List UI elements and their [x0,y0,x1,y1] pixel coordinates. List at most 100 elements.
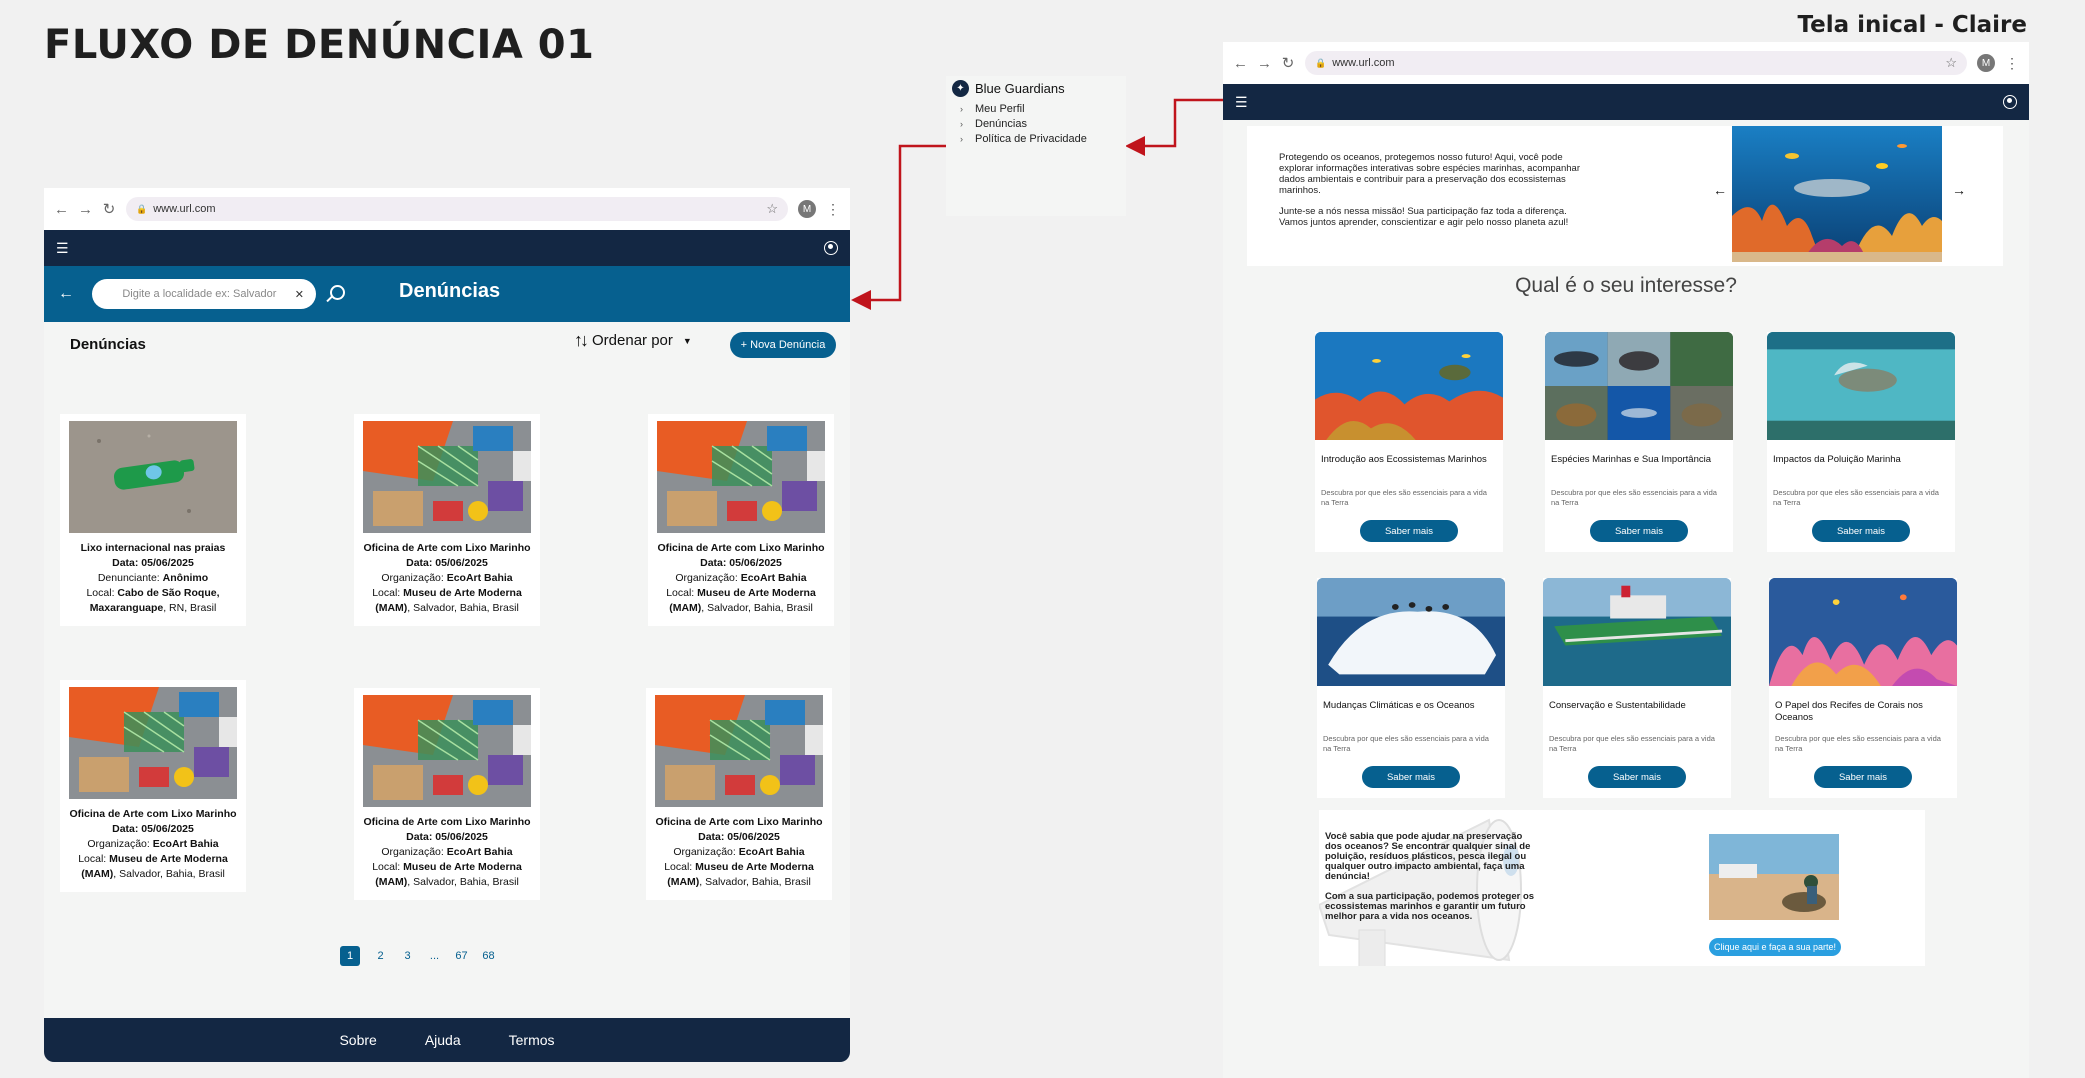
page-2[interactable]: 2 [367,946,394,966]
url-text: www.url.com [1332,57,1395,69]
topic-image [1767,332,1955,440]
cta-text: Você sabia que pode ajudar na preservaçã… [1325,832,1535,922]
topic-image [1543,578,1731,686]
topic-image [1315,332,1503,440]
topic-card: Impactos da Poluição Marinha Descubra po… [1767,332,1955,552]
home-browser-window: ← → ↻ 🔒 www.url.com ☆ M ⋮ ☰ Protegendo o… [1223,42,2029,1078]
report-title: Oficina de Arte com Lixo Marinho [655,816,823,828]
forward-arrow-icon[interactable]: → [78,201,93,218]
bookmark-star-icon[interactable]: ☆ [1945,55,1957,71]
cta-paragraph-2: Com a sua participação, podemos proteger… [1325,891,1535,922]
report-author: Organização: EcoArt Bahia [381,846,513,858]
hero-paragraph-2: Junte-se a nós nessa missão! Sua partici… [1279,206,1569,228]
topic-description: Descubra por que eles são essenciais par… [1773,488,1939,507]
learn-more-button[interactable]: Saber mais [1590,520,1688,542]
report-location: Local: Museu de Arte Moderna (MAM), Salv… [666,587,816,614]
report-image [655,695,823,807]
new-report-button[interactable]: + Nova Denúncia [730,332,836,358]
report-author: Organização: EcoArt Bahia [87,838,219,850]
footer-link-about[interactable]: Sobre [339,1032,376,1048]
page-67[interactable]: 67 [448,946,475,966]
report-card[interactable]: Oficina de Arte com Lixo Marinho Data: 0… [354,688,540,900]
location-search-input[interactable] [104,288,295,300]
topic-image [1769,578,1957,686]
topic-card: O Papel dos Recifes de Corais nos Oceano… [1769,578,1957,798]
chevron-right-icon: › [960,134,963,144]
learn-more-button[interactable]: Saber mais [1588,766,1686,788]
address-bar[interactable]: 🔒 www.url.com ☆ [1305,51,1967,75]
forward-arrow-icon[interactable]: → [1257,55,1272,72]
report-image [69,687,237,799]
learn-more-button[interactable]: Saber mais [1362,766,1460,788]
menu-item-reports[interactable]: › Denúncias [960,117,1120,132]
report-cta-button[interactable]: Clique aqui e faça a sua parte! [1709,938,1841,956]
account-icon[interactable] [824,241,838,255]
report-title: Oficina de Arte com Lixo Marinho [657,542,825,554]
clear-search-icon[interactable]: ✕ [295,288,304,301]
report-card[interactable]: Oficina de Arte com Lixo Marinho Data: 0… [648,414,834,626]
app-navbar: ☰ [1223,84,2029,120]
learn-more-button[interactable]: Saber mais [1812,520,1910,542]
learn-more-button[interactable]: Saber mais [1814,766,1912,788]
browser-toolbar: ← → ↻ 🔒 www.url.com ☆ M ⋮ [1223,42,2029,84]
page-ellipsis: ... [429,950,440,962]
menu-brand: ✦ Blue Guardians [952,80,1120,97]
report-date: Data: 05/06/2025 [112,823,194,835]
hamburger-menu-icon[interactable]: ☰ [1235,94,1248,111]
bookmark-star-icon[interactable]: ☆ [766,201,778,217]
report-author: Organização: EcoArt Bahia [673,846,805,858]
page-68[interactable]: 68 [475,946,502,966]
hero-paragraph-1: Protegendo os oceanos, protegemos nosso … [1279,152,1580,196]
list-title: Denúncias [70,336,146,353]
report-title: Oficina de Arte com Lixo Marinho [69,808,237,820]
reload-icon[interactable]: ↻ [102,200,116,218]
browser-menu-icon[interactable]: ⋮ [826,201,840,218]
report-card[interactable]: Oficina de Arte com Lixo Marinho Data: 0… [646,688,832,900]
topic-description: Descubra por que eles são essenciais par… [1549,734,1715,753]
menu-item-privacy[interactable]: › Política de Privacidade [960,132,1120,147]
beach-cleanup-image [1709,834,1839,920]
side-menu-popup: ✦ Blue Guardians › Meu Perfil › Denúncias … [946,76,1126,216]
lock-icon: 🔒 [1315,57,1327,68]
profile-avatar[interactable]: M [1977,54,1995,72]
topic-card: Conservação e Sustentabilidade Descubra … [1543,578,1731,798]
pagination: 1 2 3 ... 67 68 [340,946,502,966]
report-author: Organização: EcoArt Bahia [381,572,513,584]
learn-more-button[interactable]: Saber mais [1360,520,1458,542]
report-author: Denunciante: Anônimo [97,572,209,584]
carousel-prev-icon[interactable]: ← [1713,182,1727,198]
page-3[interactable]: 3 [394,946,421,966]
hero-text: Protegendo os oceanos, protegemos nosso … [1279,152,1589,228]
back-icon[interactable]: ← [58,285,74,303]
back-arrow-icon[interactable]: ← [1233,55,1248,72]
reload-icon[interactable]: ↻ [1281,54,1295,72]
carousel-next-icon[interactable]: → [1952,182,1966,198]
report-card[interactable]: Oficina de Arte com Lixo Marinho Data: 0… [354,414,540,626]
search-icon[interactable] [326,285,345,303]
report-card[interactable]: Oficina de Arte com Lixo Marinho Data: 0… [60,680,246,892]
topic-card: Espécies Marinhas e Sua Importância Desc… [1545,332,1733,552]
sort-dropdown[interactable]: ↑↓ Ordenar por ▼ [574,330,692,351]
profile-avatar[interactable]: M [798,200,816,218]
topic-title: Impactos da Poluição Marinha [1773,454,1901,465]
footer-link-terms[interactable]: Termos [509,1032,555,1048]
report-card[interactable]: Lixo internacional nas praias Data: 05/0… [60,414,246,626]
menu-item-profile[interactable]: › Meu Perfil [960,102,1120,117]
account-icon[interactable] [2003,95,2017,109]
back-arrow-icon[interactable]: ← [54,201,69,218]
report-author: Organização: EcoArt Bahia [675,572,807,584]
report-date: Data: 05/06/2025 [406,557,488,569]
brand-logo-icon: ✦ [952,80,969,97]
page-1[interactable]: 1 [340,946,360,966]
report-image [363,421,531,533]
sort-label: Ordenar por [592,332,673,349]
board-subtitle: Tela inical - Claire [1797,12,2028,38]
report-cta-banner: Você sabia que pode ajudar na preservaçã… [1319,810,1925,966]
sort-arrows-icon: ↑↓ [574,330,589,350]
hamburger-menu-icon[interactable]: ☰ [56,240,69,257]
menu-item-label: Denúncias [975,118,1027,130]
footer-link-help[interactable]: Ajuda [425,1032,461,1048]
browser-menu-icon[interactable]: ⋮ [2005,55,2019,72]
location-search-field[interactable]: ✕ [92,279,316,309]
address-bar[interactable]: 🔒 www.url.com ☆ [126,197,788,221]
